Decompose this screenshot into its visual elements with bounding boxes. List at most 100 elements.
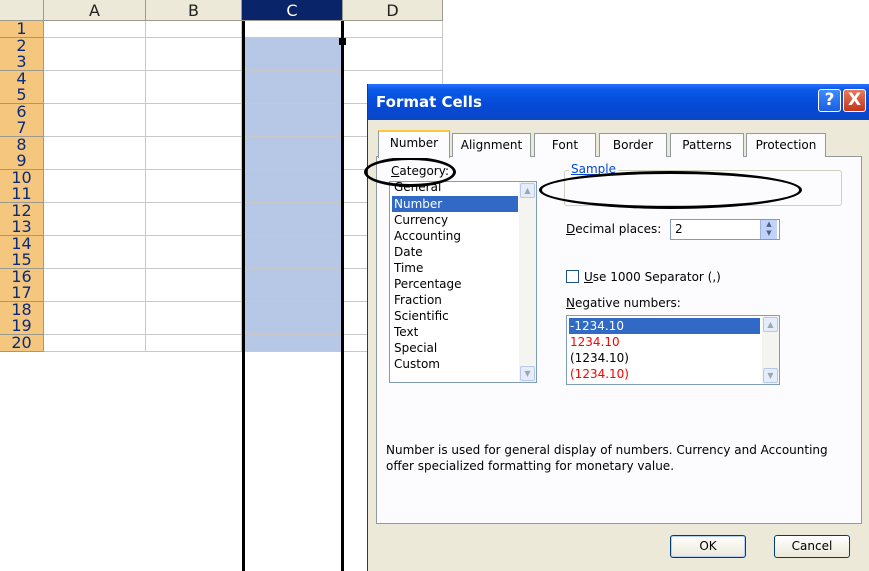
grid-cell[interactable] [44, 252, 146, 269]
grid-cell[interactable] [44, 318, 146, 335]
grid-cell[interactable] [146, 219, 242, 236]
column-header-d[interactable]: D [343, 0, 443, 21]
grid-cell[interactable] [242, 136, 343, 154]
tab-alignment[interactable]: Alignment [452, 133, 531, 157]
category-scrollbar[interactable]: ▲ ▼ [519, 182, 536, 382]
grid-cell[interactable] [343, 37, 443, 55]
grid-cell[interactable] [44, 54, 146, 71]
grid-cell[interactable] [242, 169, 343, 187]
close-button[interactable]: X [843, 89, 866, 112]
grid-cell[interactable] [242, 202, 343, 220]
ok-button[interactable]: OK [670, 535, 746, 558]
grid-cell[interactable] [242, 219, 343, 236]
negative-format-4[interactable]: (1234.10) [569, 366, 760, 382]
grid-cell[interactable] [146, 37, 242, 55]
grid-cell[interactable] [242, 285, 343, 302]
category-item-accounting[interactable]: Accounting [392, 228, 518, 244]
negative-scrollbar[interactable]: ▲ ▼ [762, 316, 779, 384]
grid-cell[interactable] [146, 153, 242, 170]
grid-cell[interactable] [44, 268, 146, 286]
grid-cell[interactable] [146, 70, 242, 88]
grid-cell[interactable] [242, 318, 343, 335]
grid-cell[interactable] [44, 153, 146, 170]
decimal-spinner[interactable]: ▲ ▼ [760, 220, 777, 239]
column-header-c[interactable]: C [242, 0, 343, 21]
grid-cell[interactable] [44, 120, 146, 137]
grid-cell[interactable] [44, 87, 146, 104]
category-item-general[interactable]: General [392, 182, 518, 195]
scroll-down-icon[interactable]: ▼ [520, 366, 535, 381]
separator-checkbox[interactable] [566, 270, 579, 283]
grid-cell[interactable] [44, 186, 146, 203]
grid-cell[interactable] [343, 54, 443, 71]
grid-cell[interactable] [44, 169, 146, 187]
grid-cell[interactable] [242, 235, 343, 253]
grid-cell[interactable] [242, 21, 343, 38]
grid-cell[interactable] [242, 301, 343, 319]
category-item-date[interactable]: Date [392, 244, 518, 260]
grid-cell[interactable] [242, 54, 343, 71]
grid-cell[interactable] [146, 334, 242, 352]
category-item-custom[interactable]: Custom [392, 356, 518, 372]
tab-patterns[interactable]: Patterns [670, 133, 744, 157]
grid-cell[interactable] [146, 103, 242, 121]
grid-cell[interactable] [146, 318, 242, 335]
grid-cell[interactable] [44, 21, 146, 38]
grid-cell[interactable] [146, 301, 242, 319]
grid-cell[interactable] [146, 202, 242, 220]
scroll-up-icon[interactable]: ▲ [520, 183, 535, 198]
grid-cell[interactable] [44, 235, 146, 253]
grid-cell[interactable] [146, 136, 242, 154]
fill-handle[interactable] [339, 38, 346, 45]
category-item-time[interactable]: Time [392, 260, 518, 276]
grid-cell[interactable] [146, 235, 242, 253]
grid-cell[interactable] [146, 169, 242, 187]
category-item-text[interactable]: Text [392, 324, 518, 340]
grid-cell[interactable] [242, 103, 343, 121]
grid-cell[interactable] [44, 37, 146, 55]
grid-cell[interactable] [146, 268, 242, 286]
grid-cell[interactable] [44, 285, 146, 302]
help-button[interactable]: ? [818, 89, 841, 112]
grid-cell[interactable] [146, 120, 242, 137]
grid-cell[interactable] [242, 186, 343, 203]
category-item-fraction[interactable]: Fraction [392, 292, 518, 308]
tab-number[interactable]: Number [378, 130, 450, 158]
grid-cell[interactable] [242, 268, 343, 286]
column-header-b[interactable]: B [146, 0, 242, 21]
negative-numbers-list[interactable]: -1234.10 1234.10 (1234.10) (1234.10) ▲ ▼ [566, 315, 780, 385]
negative-format-2[interactable]: 1234.10 [569, 334, 760, 350]
grid-cell[interactable] [146, 285, 242, 302]
grid-cell[interactable] [44, 70, 146, 88]
spin-down-icon[interactable]: ▼ [766, 229, 771, 237]
category-item-scientific[interactable]: Scientific [392, 308, 518, 324]
category-item-currency[interactable]: Currency [392, 212, 518, 228]
grid-cell[interactable] [146, 21, 242, 38]
grid-cell[interactable] [146, 252, 242, 269]
column-header-a[interactable]: A [44, 0, 146, 21]
category-item-number[interactable]: Number [392, 196, 518, 212]
category-item-special[interactable]: Special [392, 340, 518, 356]
grid-cell[interactable] [146, 54, 242, 71]
spin-up-icon[interactable]: ▲ [766, 220, 771, 228]
grid-cell[interactable] [242, 153, 343, 170]
select-all-corner[interactable] [0, 0, 44, 21]
category-list[interactable]: General Number Currency Accounting Date … [389, 181, 537, 383]
grid-cell[interactable] [44, 202, 146, 220]
grid-cell[interactable] [242, 252, 343, 269]
grid-cell[interactable] [242, 87, 343, 104]
grid-cell[interactable] [343, 21, 443, 38]
row-header[interactable]: 20 [0, 334, 44, 352]
dialog-titlebar[interactable]: Format Cells [368, 84, 869, 120]
grid-cell[interactable] [44, 103, 146, 121]
grid-cell[interactable] [242, 37, 343, 55]
negative-format-3[interactable]: (1234.10) [569, 350, 760, 366]
grid-cell[interactable] [146, 186, 242, 203]
category-item-percentage[interactable]: Percentage [392, 276, 518, 292]
tab-border[interactable]: Border [599, 133, 667, 157]
negative-format-1[interactable]: -1234.10 [569, 318, 760, 334]
grid-cell[interactable] [242, 70, 343, 88]
scroll-up-icon[interactable]: ▲ [763, 317, 778, 332]
grid-cell[interactable] [44, 136, 146, 154]
grid-cell[interactable] [44, 219, 146, 236]
